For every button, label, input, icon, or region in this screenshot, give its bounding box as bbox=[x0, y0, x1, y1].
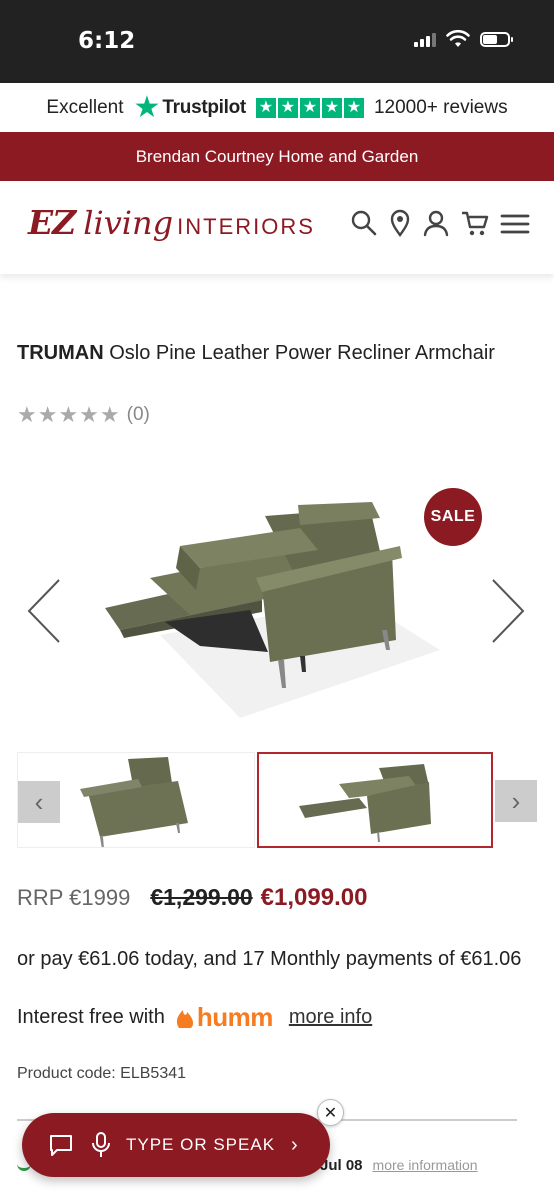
thumbnail-1[interactable]: ‹ bbox=[17, 752, 255, 849]
location-icon[interactable] bbox=[388, 209, 412, 237]
interest-free-text: Interest free with bbox=[17, 1006, 165, 1028]
logo-living: living bbox=[83, 204, 174, 242]
trustpilot-bar[interactable]: Excellent ★ Trustpilot ★ ★ ★ ★ ★ 12000+ … bbox=[0, 83, 554, 132]
star-icon: ★ bbox=[343, 97, 364, 118]
humm-logo: humm bbox=[175, 1002, 273, 1033]
microphone-icon bbox=[92, 1132, 110, 1157]
delivery-more-link[interactable]: more information bbox=[373, 1157, 478, 1173]
account-icon[interactable] bbox=[422, 209, 450, 237]
status-time: 6:12 bbox=[78, 28, 136, 54]
price-row: RRP €1999 €1,299.00 €1,099.00 bbox=[17, 884, 367, 912]
store-banner[interactable]: Brendan Courtney Home and Garden bbox=[0, 132, 554, 181]
logo-interiors: INTERIORS bbox=[177, 214, 315, 239]
trustpilot-star-icon: ★ bbox=[133, 90, 161, 124]
trustpilot-reviews: 12000+ reviews bbox=[373, 96, 508, 118]
star-icon: ★ bbox=[277, 97, 298, 118]
thumbnail-image-reclined bbox=[299, 764, 431, 842]
humm-row: Interest free with humm more info bbox=[17, 1002, 372, 1033]
chevron-right-icon: › bbox=[291, 1133, 298, 1156]
battery-icon bbox=[480, 31, 513, 47]
thumbnail-next-icon[interactable]: › bbox=[495, 780, 537, 822]
old-price: €1,299.00 bbox=[150, 884, 253, 910]
store-banner-text: Brendan Courtney Home and Garden bbox=[135, 146, 419, 166]
voice-assistant-button[interactable]: TYPE OR SPEAK › bbox=[22, 1113, 330, 1177]
product-code: Product code: ELB5341 bbox=[17, 1065, 187, 1082]
status-bar: 6:12 bbox=[0, 0, 554, 83]
header-icons bbox=[350, 209, 530, 237]
sale-badge: SALE bbox=[424, 488, 482, 546]
product-name: Oslo Pine Leather Power Recliner Armchai… bbox=[109, 342, 495, 364]
product-title: TRUMAN Oslo Pine Leather Power Recliner … bbox=[17, 336, 527, 370]
close-icon[interactable]: ✕ bbox=[317, 1099, 344, 1126]
signal-icon bbox=[414, 31, 436, 47]
menu-icon[interactable] bbox=[500, 209, 530, 237]
star-icon: ★ bbox=[321, 97, 342, 118]
rrp-price: RRP €1999 bbox=[17, 885, 131, 910]
trustpilot-brand: Trustpilot bbox=[162, 96, 246, 118]
chat-icon bbox=[50, 1135, 72, 1156]
star-icon: ★ bbox=[255, 97, 276, 118]
trustpilot-rating-word: Excellent bbox=[46, 96, 124, 118]
trustpilot-logo: ★ Trustpilot bbox=[133, 90, 247, 124]
more-info-link[interactable]: more info bbox=[289, 1006, 372, 1029]
next-image-arrow-icon[interactable] bbox=[490, 578, 526, 644]
wifi-icon bbox=[446, 30, 470, 47]
sale-price: €1,099.00 bbox=[260, 884, 368, 911]
previous-image-arrow-icon[interactable] bbox=[26, 578, 62, 644]
delivery-info: Jul 08 more information bbox=[320, 1157, 478, 1174]
finance-text: or pay €61.06 today, and 17 Monthly paym… bbox=[17, 948, 522, 970]
site-header: EZ living INTERIORS bbox=[0, 181, 554, 274]
thumbnail-2-selected[interactable] bbox=[257, 752, 493, 848]
site-logo[interactable]: EZ living INTERIORS bbox=[28, 203, 315, 242]
logo-ez: EZ bbox=[28, 203, 76, 242]
product-brand: TRUMAN bbox=[17, 342, 104, 364]
thumbnail-carousel: ‹ › bbox=[17, 752, 537, 849]
star-icon: ★ bbox=[299, 97, 320, 118]
thumbnail-prev-icon[interactable]: ‹ bbox=[18, 781, 60, 823]
search-icon[interactable] bbox=[350, 209, 378, 237]
voice-assistant-label: TYPE OR SPEAK bbox=[126, 1135, 276, 1154]
trustpilot-stars: ★ ★ ★ ★ ★ bbox=[255, 97, 364, 118]
status-icons bbox=[414, 30, 513, 48]
rating-stars-icon: ★★★★★ bbox=[17, 402, 121, 427]
humm-flame-icon bbox=[176, 1009, 193, 1028]
product-rating[interactable]: ★★★★★ (0) bbox=[17, 402, 150, 428]
rating-count: (0) bbox=[126, 404, 150, 425]
cart-icon[interactable] bbox=[460, 209, 490, 237]
